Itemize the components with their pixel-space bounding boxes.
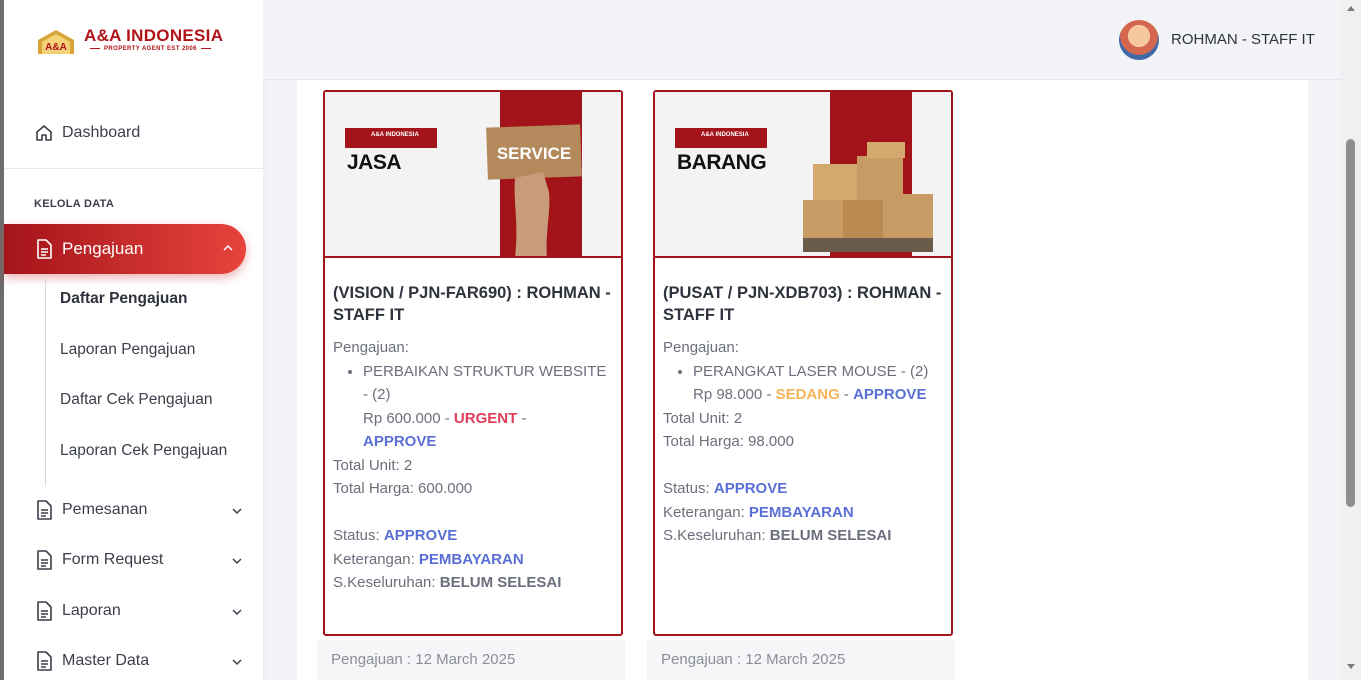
keterangan-label: Keterangan:: [663, 503, 749, 521]
chevron-down-icon: [232, 558, 242, 565]
item-list: PERANGKAT LASER MOUSE - (2) Rp 98.000 - …: [693, 360, 945, 407]
sidebar-item-label: Dashboard: [62, 124, 141, 141]
service-sign-icon: SERVICE: [486, 124, 582, 256]
sidebar-item-pemesanan[interactable]: Pemesanan: [34, 498, 244, 522]
brand-tagline: PROPERTY AGENT EST 2006: [86, 46, 215, 52]
subnav-item-laporan-cek-pengajuan[interactable]: Laporan Cek Pengajuan: [60, 442, 232, 460]
pengajuan-label: Pengajuan:: [333, 339, 409, 356]
total-unit: Total Unit: 2: [663, 409, 743, 427]
status-row: Status: APPROVE: [333, 524, 615, 548]
avatar[interactable]: [1119, 20, 1159, 60]
subnav-line: [45, 276, 46, 486]
keseluruhan-row: S.Keseluruhan: BELUM SELESAI: [663, 524, 945, 548]
status-value: APPROVE: [383, 527, 458, 544]
sidebar-item-label: Form Request: [62, 551, 164, 568]
user-menu-name[interactable]: ROHMAN - STAFF IT: [1171, 31, 1315, 48]
item-price: Rp 600.000 -: [363, 409, 454, 427]
card-title: (VISION / PJN-FAR690) : ROHMAN - STAFF I…: [333, 284, 611, 324]
status-label: Status:: [663, 480, 714, 497]
keterangan-value: PEMBAYARAN: [418, 550, 524, 568]
item-price: Rp 98.000 -: [693, 386, 776, 403]
home-icon: [34, 123, 54, 143]
sidebar-item-label: Pengajuan: [62, 239, 144, 258]
document-icon: [34, 239, 54, 259]
subnav-item-laporan-pengajuan[interactable]: Laporan Pengajuan: [60, 341, 232, 359]
document-icon: [34, 500, 54, 520]
item-name: PERANGKAT LASER MOUSE - (2): [693, 362, 929, 380]
chevron-down-icon: [232, 659, 242, 666]
keterangan-row: Keterangan: PEMBAYARAN: [333, 548, 615, 572]
brand-logo[interactable]: A&A A&A INDONESIA PROPERTY AGENT EST 200…: [36, 26, 236, 60]
separator: -: [839, 386, 854, 403]
image-logo: A&A INDONESIA: [345, 128, 437, 148]
sidebar-divider: [4, 168, 263, 169]
keseluruhan-value: BELUM SELESAI: [769, 527, 892, 544]
subnav-item-daftar-cek-pengajuan[interactable]: Daftar Cek Pengajuan: [60, 391, 232, 409]
card-title: (PUSAT / PJN-XDB703) : ROHMAN - STAFF IT: [663, 284, 942, 324]
document-icon: [34, 651, 54, 671]
svg-text:A&A: A&A: [45, 42, 67, 53]
subnav-item-daftar-pengajuan[interactable]: Daftar Pengajuan: [60, 290, 232, 308]
app-window: A&A A&A INDONESIA PROPERTY AGENT EST 200…: [0, 0, 1361, 680]
pengajuan-card[interactable]: A&A INDONESIA JASA SERVICE (VISION / PJN…: [323, 90, 623, 636]
keterangan-row: Keterangan: PEMBAYARAN: [663, 501, 945, 525]
sidebar-item-laporan[interactable]: Laporan: [34, 599, 244, 623]
document-icon: [34, 550, 54, 570]
sidebar-item-label: Laporan: [62, 602, 121, 619]
pengajuan-label: Pengajuan:: [663, 339, 739, 356]
brand-name: A&A INDONESIA: [84, 26, 224, 45]
chevron-up-icon: [223, 244, 233, 251]
sidebar-item-master-data[interactable]: Master Data: [34, 649, 244, 673]
item-status: APPROVE: [853, 386, 927, 403]
card-footer-date: Pengajuan : 12 March 2025: [647, 640, 955, 680]
sidebar-item-dashboard[interactable]: Dashboard: [34, 121, 244, 145]
chevron-down-icon: [232, 508, 242, 515]
boxes-icon: [803, 142, 933, 252]
image-logo: A&A INDONESIA: [675, 128, 767, 148]
item-name: PERBAIKAN STRUKTUR WEBSITE - (2): [363, 362, 607, 404]
status-label: Status:: [333, 527, 384, 544]
total-harga: Total Harga: 600.000: [333, 480, 473, 497]
item-status: APPROVE: [363, 433, 437, 450]
pengajuan-card[interactable]: A&A INDONESIA BARANG (PUSAT / PJN-XDB703…: [653, 90, 953, 636]
card-image-jasa: A&A INDONESIA JASA SERVICE: [325, 92, 621, 258]
scroll-up-icon[interactable]: [1347, 6, 1355, 11]
scroll-thumb[interactable]: [1346, 139, 1355, 507]
item-list: PERBAIKAN STRUKTUR WEBSITE - (2) Rp 600.…: [363, 360, 615, 454]
keseluruhan-row: S.Keseluruhan: BELUM SELESAI: [333, 571, 615, 595]
sidebar-item-label: Pemesanan: [62, 501, 148, 518]
status-value: APPROVE: [713, 480, 788, 497]
list-item: PERBAIKAN STRUKTUR WEBSITE - (2) Rp 600.…: [363, 360, 615, 454]
section-label: KELOLA DATA: [34, 198, 115, 210]
card-image-barang: A&A INDONESIA BARANG: [655, 92, 951, 258]
card-body: (VISION / PJN-FAR690) : ROHMAN - STAFF I…: [333, 282, 615, 595]
keterangan-label: Keterangan:: [333, 550, 419, 568]
card-footer-date: Pengajuan : 12 March 2025: [317, 640, 625, 680]
total-harga: Total Harga: 98.000: [663, 433, 794, 450]
scrollbar[interactable]: [1341, 0, 1361, 680]
total-unit: Total Unit: 2: [333, 456, 413, 474]
sidebar-item-label: Master Data: [62, 652, 150, 669]
svg-text:SERVICE: SERVICE: [497, 144, 571, 163]
image-title: BARANG: [677, 151, 767, 174]
document-icon: [34, 601, 54, 621]
sidebar-item-form-request[interactable]: Form Request: [34, 548, 244, 572]
sidebar: A&A A&A INDONESIA PROPERTY AGENT EST 200…: [4, 0, 263, 680]
list-item: PERANGKAT LASER MOUSE - (2) Rp 98.000 - …: [693, 360, 945, 407]
sidebar-item-pengajuan[interactable]: Pengajuan: [4, 224, 246, 274]
keseluruhan-value: BELUM SELESAI: [439, 574, 562, 591]
separator: -: [517, 409, 527, 427]
priority-badge: SEDANG: [775, 386, 840, 403]
priority-badge: URGENT: [453, 409, 518, 427]
keseluruhan-label: S.Keseluruhan:: [333, 574, 440, 591]
scroll-down-icon[interactable]: [1347, 664, 1355, 669]
keseluruhan-label: S.Keseluruhan:: [663, 527, 770, 544]
card-body: (PUSAT / PJN-XDB703) : ROHMAN - STAFF IT…: [663, 282, 945, 548]
keterangan-value: PEMBAYARAN: [748, 503, 854, 521]
image-title: JASA: [347, 151, 402, 174]
brand-badge-icon: A&A: [38, 30, 74, 54]
chevron-down-icon: [232, 609, 242, 616]
status-row: Status: APPROVE: [663, 477, 945, 501]
